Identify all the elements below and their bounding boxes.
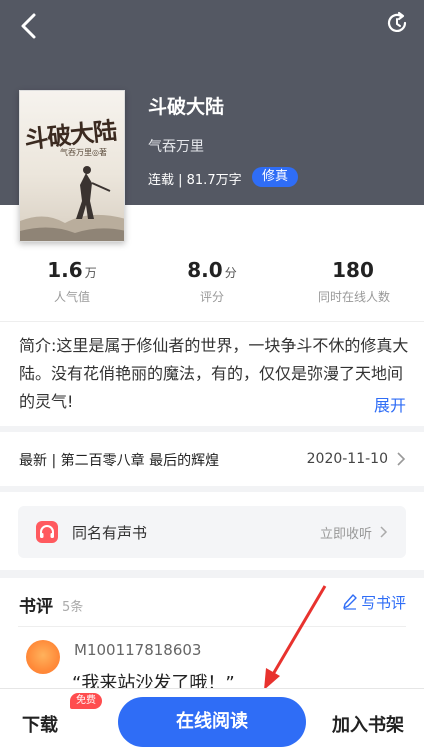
stat-label: 同时在线人数: [317, 290, 390, 304]
refresh-icon: [387, 11, 407, 32]
chevron-right-icon: [380, 526, 388, 538]
stat-label: 人气值: [53, 290, 90, 304]
bottom-action-bar: 下载 免费 在线阅读 加入书架: [0, 688, 424, 754]
download-button[interactable]: 下载: [22, 711, 58, 737]
headphones-icon: [36, 521, 58, 543]
book-title: 斗破大陆: [148, 96, 225, 118]
stat-rating: 8.0 分 评分: [142, 258, 282, 305]
stat-unit: 分: [224, 266, 237, 280]
pen-icon: [343, 594, 357, 610]
divider: [18, 626, 406, 627]
stat-value: 1.6: [47, 258, 83, 282]
latest-chapter-row[interactable]: 最新 | 第二百零八章 最后的辉煌 2020-11-10: [0, 432, 424, 486]
stat-popularity: 1.6 万 人气值: [2, 258, 142, 305]
book-cover: 斗破大陆 气吞万里◎著: [19, 90, 125, 242]
review-username[interactable]: M100117818603: [74, 641, 201, 659]
stat-unit: 万: [84, 266, 97, 280]
listen-now-link[interactable]: 立即收听: [320, 523, 372, 542]
expand-button[interactable]: 展开: [374, 392, 406, 416]
intro-text: 简介:这里是属于修仙者的世界，一块争斗不休的修真大陆。没有花俏艳丽的魔法，有的，…: [19, 336, 409, 411]
write-review-label: 写书评: [360, 594, 406, 612]
latest-chapter-label: 最新 | 第二百零八章 最后的辉煌: [19, 453, 220, 469]
reviews-count: 5条: [62, 600, 84, 615]
audiobook-section: 同名有声书 立即收听: [0, 492, 424, 570]
reviews-title: 书评: [19, 597, 53, 617]
free-badge: 免费: [70, 693, 102, 709]
stat-online: 180 同时在线人数: [284, 258, 424, 305]
stat-label: 评分: [199, 290, 224, 304]
cover-illustration: [20, 166, 124, 241]
audiobook-card[interactable]: 同名有声书 立即收听: [18, 506, 406, 558]
refresh-button[interactable]: [384, 10, 410, 36]
stat-value: 180: [332, 258, 374, 282]
avatar[interactable]: [26, 640, 60, 674]
cover-author: 气吞万里◎著: [60, 148, 107, 157]
latest-chapter-date: 2020-11-10: [306, 451, 388, 467]
chevron-right-icon: [397, 452, 406, 466]
book-author[interactable]: 气吞万里: [148, 136, 204, 156]
add-to-shelf-button[interactable]: 加入书架: [332, 711, 404, 737]
read-online-button[interactable]: 在线阅读: [118, 697, 306, 747]
audiobook-label: 同名有声书: [72, 524, 148, 542]
book-intro: 简介:这里是属于修仙者的世界，一块争斗不休的修真大陆。没有花俏艳丽的魔法，有的，…: [0, 321, 424, 426]
write-review-button[interactable]: 写书评: [343, 592, 406, 613]
genre-tag[interactable]: 修真: [252, 167, 299, 187]
back-button[interactable]: [14, 10, 46, 42]
chevron-left-icon: [21, 13, 36, 39]
stat-value: 8.0: [187, 258, 223, 282]
book-meta: 连载 | 81.7万字: [148, 173, 242, 188]
